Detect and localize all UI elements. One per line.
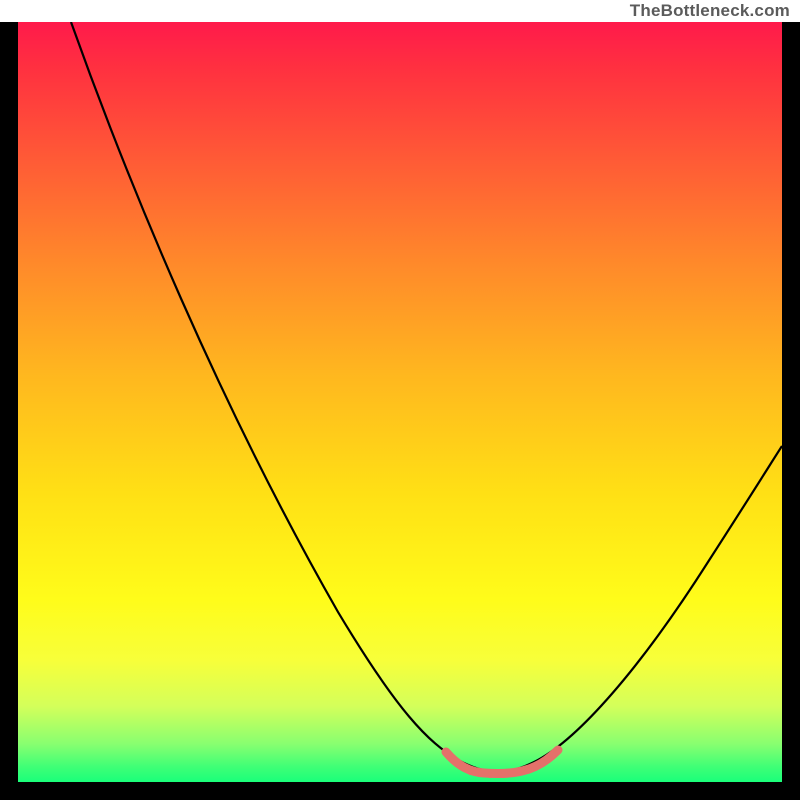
chart-frame: TheBottleneck.com [0,0,800,800]
attribution-text: TheBottleneck.com [630,1,790,20]
attribution-bar: TheBottleneck.com [0,0,800,22]
curve-path [71,22,782,772]
plot-area [18,22,782,782]
bottleneck-curve [18,22,782,782]
curve-bottom-highlight [446,750,558,774]
